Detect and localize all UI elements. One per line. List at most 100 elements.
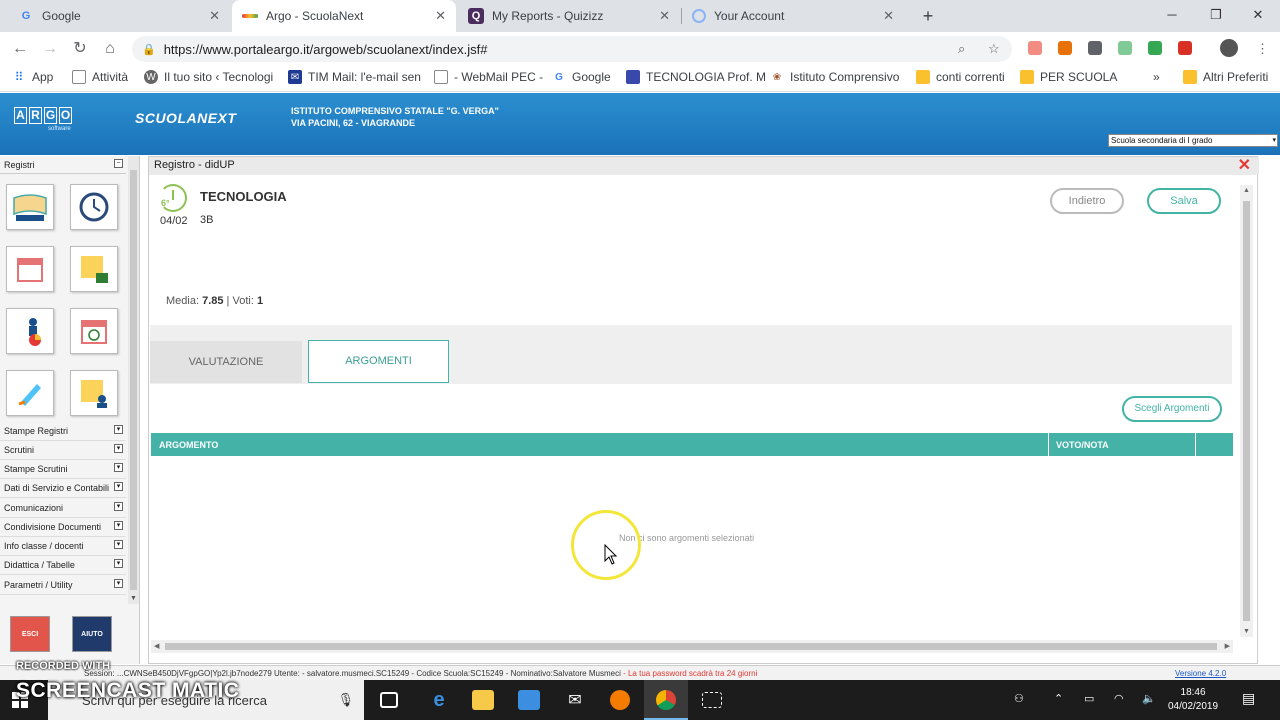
taskbar-clock[interactable]: 18:46 04/02/2019 xyxy=(1168,686,1218,714)
sidebar-item-dati-servizio[interactable]: Dati di Servizio e Contabili ▾ xyxy=(0,479,126,498)
back-button[interactable]: Indietro xyxy=(1050,188,1124,214)
notifications-icon[interactable]: ▤ xyxy=(1242,690,1255,707)
tab-valutazione[interactable]: VALUTAZIONE xyxy=(150,341,302,383)
bookmark-attivita[interactable]: Attività xyxy=(72,70,128,84)
clock-icon[interactable] xyxy=(70,184,118,230)
bookmark-app[interactable]: ⠿ App xyxy=(12,70,54,84)
column-argomento: ARGOMENTO xyxy=(159,440,219,450)
extension-icon[interactable] xyxy=(1028,41,1042,55)
mail-icon[interactable]: ✉ xyxy=(564,690,586,710)
sidebar-section-registri[interactable]: Registri − xyxy=(0,156,126,174)
scroll-right-icon[interactable]: ▶ xyxy=(1225,642,1230,650)
calendar-icon[interactable] xyxy=(6,246,54,292)
help-button[interactable]: AIUTO xyxy=(72,616,112,652)
close-window-button[interactable]: ✕ xyxy=(1236,0,1280,30)
extension-icon[interactable] xyxy=(1178,41,1192,55)
collapse-icon[interactable]: − xyxy=(114,159,123,168)
forward-icon[interactable]: → xyxy=(39,38,61,60)
task-view-icon[interactable] xyxy=(380,692,398,708)
taskbar-search-field[interactable]: Scrivi qui per eseguire la ricerca 🎙 xyxy=(48,680,364,720)
panel-vertical-scrollbar[interactable]: ▲ ▼ xyxy=(1240,185,1253,637)
windows-start-icon[interactable] xyxy=(12,692,28,708)
sidebar-item-comunicazioni[interactable]: Comunicazioni ▾ xyxy=(0,499,126,518)
panel-horizontal-scrollbar[interactable]: ◀ ▶ xyxy=(151,640,1233,653)
back-icon[interactable]: ← xyxy=(9,38,31,60)
scroll-down-icon[interactable]: ▼ xyxy=(130,595,137,602)
close-icon[interactable]: ✕ xyxy=(659,8,670,24)
maximize-button[interactable]: ❐ xyxy=(1194,0,1238,30)
profile-avatar[interactable] xyxy=(1220,39,1238,57)
close-icon[interactable]: ✕ xyxy=(883,8,894,24)
tab-argo[interactable]: Argo - ScuolaNext ✕ xyxy=(232,0,456,32)
save-button[interactable]: Salva xyxy=(1147,188,1221,214)
zoom-icon[interactable]: ⌕ xyxy=(958,41,965,57)
extension-icon[interactable] xyxy=(1088,41,1102,55)
version-link[interactable]: Versione 4.2.0 xyxy=(1175,669,1226,678)
extension-icon[interactable] xyxy=(1118,41,1132,55)
sidebar-item-stampe-registri[interactable]: Stampe Registri ▾ xyxy=(0,422,126,441)
bookmark-conti-correnti[interactable]: conti correnti xyxy=(916,70,1005,84)
bookmarks-overflow-button[interactable]: » xyxy=(1153,70,1160,84)
notes-icon[interactable] xyxy=(70,246,118,292)
bookmark-per-scuola[interactable]: PER SCUOLA xyxy=(1020,70,1117,84)
sidebar-scrollbar[interactable]: ▼ xyxy=(128,156,139,604)
notes-user-icon[interactable] xyxy=(70,370,118,416)
chevron-up-icon[interactable]: ⌃ xyxy=(1054,692,1063,705)
bookmark-istituto[interactable]: ❀ Istituto Comprensivo xyxy=(770,70,900,84)
bookmark-webmail[interactable]: - WebMail PEC - xyxy=(434,70,543,84)
folder-icon xyxy=(916,70,930,84)
battery-icon[interactable]: ▭ xyxy=(1084,692,1094,705)
tab-quizizz[interactable]: Q My Reports - Quizizz ✕ xyxy=(458,0,680,32)
registro-book-icon[interactable] xyxy=(6,184,54,230)
star-icon[interactable]: ☆ xyxy=(988,41,1000,57)
sidebar-item-didattica[interactable]: Didattica / Tabelle ▾ xyxy=(0,556,126,575)
sidebar-item-parametri[interactable]: Parametri / Utility ▾ xyxy=(0,576,126,595)
choose-topics-button[interactable]: Scegli Argomenti xyxy=(1122,396,1222,422)
scroll-up-icon[interactable]: ▲ xyxy=(1243,187,1250,194)
tab-account[interactable]: Your Account ✕ xyxy=(682,0,904,32)
chart-user-icon[interactable] xyxy=(6,308,54,354)
edge-icon[interactable]: e xyxy=(428,689,450,711)
chrome-taskbar-button[interactable] xyxy=(644,680,688,720)
extension-icon[interactable] xyxy=(1148,41,1162,55)
sidebar-item-scrutini[interactable]: Scrutini ▾ xyxy=(0,441,126,460)
reload-icon[interactable]: ↻ xyxy=(69,38,91,60)
people-icon[interactable]: ⚇ xyxy=(1014,692,1024,705)
close-panel-icon[interactable]: ✕ xyxy=(1238,158,1251,174)
store-icon[interactable] xyxy=(518,690,540,710)
tab-argomenti[interactable]: ARGOMENTI xyxy=(308,340,449,383)
url-field[interactable]: 🔒 https://www.portaleargo.it/argoweb/scu… xyxy=(132,36,1012,62)
scrollbar-thumb[interactable] xyxy=(130,170,137,590)
extension-icon[interactable] xyxy=(1058,41,1072,55)
new-tab-button[interactable]: + xyxy=(916,4,940,28)
school-level-select[interactable]: Scuola secondaria di I grado ▾ xyxy=(1108,134,1278,147)
scrollbar-thumb[interactable] xyxy=(165,643,1217,650)
bookmark-altri-preferiti[interactable]: Altri Preferiti xyxy=(1183,70,1268,84)
bookmark-timmail[interactable]: ✉ TIM Mail: l'e-mail sen xyxy=(288,70,421,84)
session-info: Session: ...CWNSeB450DjVFgpGO|Yp2l.jb7no… xyxy=(84,669,758,678)
bookmark-wordpress[interactable]: W Il tuo sito ‹ Tecnologi xyxy=(144,70,273,84)
scrollbar-thumb[interactable] xyxy=(1243,201,1250,621)
exit-button[interactable]: ESCI xyxy=(10,616,50,652)
snipping-icon[interactable] xyxy=(702,692,722,708)
scroll-left-icon[interactable]: ◀ xyxy=(154,642,159,650)
pencil-icon[interactable] xyxy=(6,370,54,416)
app-icon[interactable] xyxy=(610,690,630,710)
file-explorer-icon[interactable] xyxy=(472,690,494,710)
home-icon[interactable]: ⌂ xyxy=(99,38,121,60)
bookmark-google[interactable]: G Google xyxy=(552,70,611,84)
menu-dots-icon[interactable]: ⋮ xyxy=(1256,41,1269,57)
calendar-clock-icon[interactable] xyxy=(70,308,118,354)
sidebar-item-condivisione[interactable]: Condivisione Documenti ▾ xyxy=(0,518,126,537)
wifi-icon[interactable]: ◠ xyxy=(1114,692,1124,705)
sidebar-item-stampe-scrutini[interactable]: Stampe Scrutini ▾ xyxy=(0,460,126,479)
tab-google[interactable]: G Google ✕ xyxy=(8,0,230,32)
microphone-icon[interactable]: 🎙 xyxy=(337,692,354,708)
minimize-button[interactable]: ─ xyxy=(1150,0,1194,30)
bookmark-tecnologia[interactable]: TECNOLOGIA Prof. M xyxy=(626,70,766,84)
close-icon[interactable]: ✕ xyxy=(209,8,220,24)
volume-icon[interactable]: 🔈 xyxy=(1142,692,1156,705)
scroll-down-icon[interactable]: ▼ xyxy=(1243,628,1250,635)
close-icon[interactable]: ✕ xyxy=(435,8,446,24)
sidebar-item-info-classe[interactable]: Info classe / docenti ▾ xyxy=(0,537,126,556)
